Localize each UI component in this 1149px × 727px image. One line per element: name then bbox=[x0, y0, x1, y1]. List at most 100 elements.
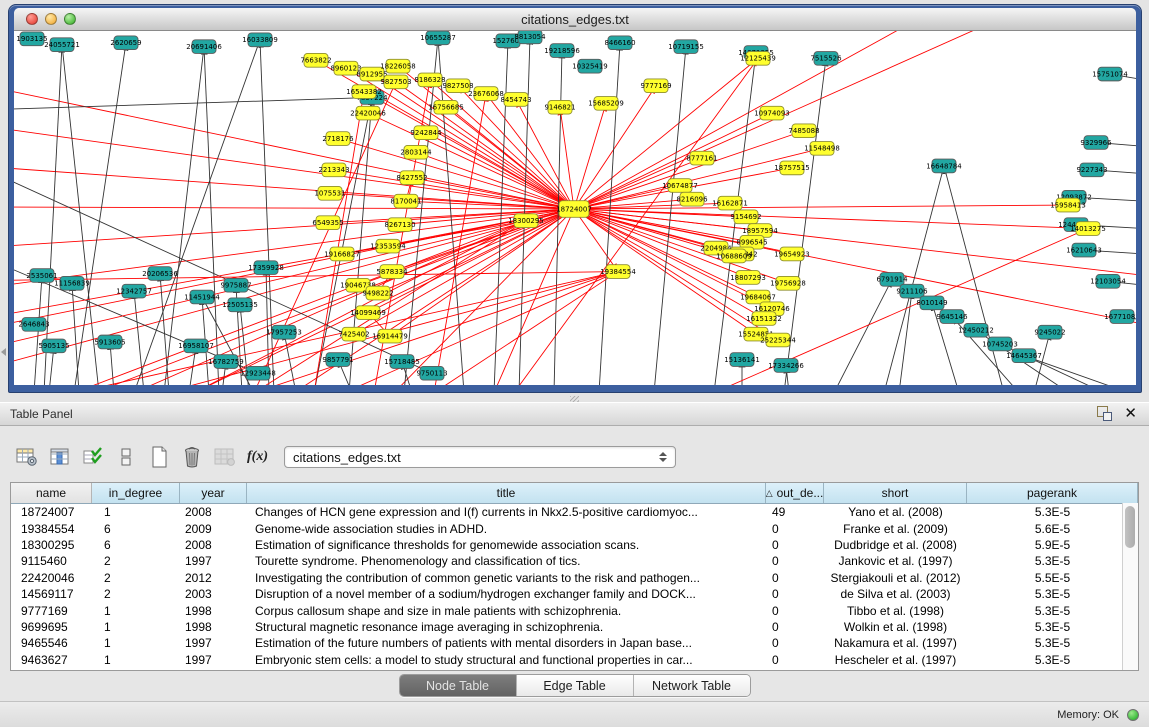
graph-node[interactable]: 9245022 bbox=[1034, 325, 1065, 339]
graph-node[interactable]: 10719155 bbox=[668, 40, 704, 54]
column-header-short[interactable]: short bbox=[824, 483, 967, 503]
graph-node[interactable]: 8267130 bbox=[384, 218, 415, 232]
vertical-scrollbar[interactable] bbox=[1122, 503, 1138, 670]
graph-node[interactable]: 2213343 bbox=[318, 163, 349, 177]
close-panel-icon[interactable]: ✕ bbox=[1124, 406, 1137, 421]
graph-node[interactable]: 12103054 bbox=[1090, 274, 1126, 288]
column-header-out_de[interactable]: △out_de... bbox=[766, 483, 824, 503]
hub-node[interactable]: 18724007 bbox=[556, 201, 592, 218]
graph-node[interactable]: 16033809 bbox=[242, 33, 278, 47]
graph-node[interactable]: 8216096 bbox=[676, 192, 707, 206]
graph-node[interactable]: 7515526 bbox=[810, 52, 841, 66]
graph-node[interactable]: 8813054 bbox=[514, 31, 545, 44]
table-row[interactable]: 946554611997Estimation of the future num… bbox=[11, 635, 1138, 651]
zoom-window-button[interactable] bbox=[64, 13, 76, 25]
graph-node[interactable]: 8454743 bbox=[500, 93, 531, 107]
graph-node[interactable]: 9329966 bbox=[1080, 136, 1111, 150]
scrollbar-thumb[interactable] bbox=[1125, 506, 1135, 548]
column-header-year[interactable]: year bbox=[180, 483, 247, 503]
graph-node[interactable]: 15718485 bbox=[384, 355, 420, 369]
graph-node[interactable]: 15136141 bbox=[724, 353, 760, 367]
table-row[interactable]: 911546021997Tourette syndrome. Phenomeno… bbox=[11, 553, 1138, 569]
import-checks-button[interactable] bbox=[78, 444, 108, 470]
graph-node[interactable]: 12353594 bbox=[370, 239, 406, 253]
graph-node[interactable]: 16756685 bbox=[428, 100, 464, 114]
panel-collapse-arrow[interactable] bbox=[1, 348, 6, 356]
graph-node[interactable]: 1903135 bbox=[16, 32, 47, 46]
graph-node[interactable]: 9498222 bbox=[362, 286, 393, 300]
graph-node[interactable]: 7485088 bbox=[788, 124, 819, 138]
graph-node[interactable]: 10674877 bbox=[662, 179, 698, 193]
table-row[interactable]: 2242004622012Investigating the contribut… bbox=[11, 570, 1138, 586]
graph-node[interactable]: 19654923 bbox=[774, 247, 810, 261]
graph-node[interactable]: 2535061 bbox=[26, 269, 57, 283]
graph-node[interactable]: 24055721 bbox=[44, 38, 80, 52]
graph-node[interactable]: 16210643 bbox=[1066, 243, 1102, 257]
graph-node[interactable]: 9975887 bbox=[220, 278, 251, 292]
column-header-title[interactable]: title bbox=[247, 483, 766, 503]
table-row[interactable]: 1872400712008Changes of HCN gene express… bbox=[11, 504, 1138, 520]
column-header-name[interactable]: name bbox=[11, 483, 92, 503]
graph-node[interactable]: 2803144 bbox=[400, 145, 431, 159]
graph-node[interactable]: 10974093 bbox=[754, 106, 790, 120]
table-row[interactable]: 1456911722003Disruption of a novel membe… bbox=[11, 586, 1138, 602]
graph-node[interactable]: 5878334 bbox=[376, 265, 407, 279]
graph-node[interactable]: 9154692 bbox=[730, 210, 761, 224]
graph-node[interactable]: 8427552 bbox=[396, 171, 427, 185]
graph-node[interactable]: 7425402 bbox=[338, 327, 369, 341]
table-settings-button[interactable] bbox=[12, 444, 42, 470]
network-canvas[interactable]: 190313524055721 2620659 20691406 16033809 10… bbox=[14, 31, 1136, 385]
delete-trash-button[interactable] bbox=[177, 444, 207, 470]
graph-node[interactable]: 17334266 bbox=[768, 359, 804, 373]
graph-node[interactable]: 8777161 bbox=[686, 151, 717, 165]
tab-node-table[interactable]: Node Table bbox=[400, 675, 517, 696]
graph-node[interactable]: 6549355 bbox=[312, 216, 343, 230]
graph-node[interactable]: 15685209 bbox=[588, 97, 624, 111]
graph-node[interactable]: 8186328 bbox=[414, 73, 445, 87]
graph-node[interactable]: 1075531 bbox=[314, 186, 345, 200]
graph-node[interactable]: 9857791 bbox=[322, 353, 353, 367]
graph-node[interactable]: 9645146 bbox=[936, 310, 967, 324]
graph-node[interactable]: 8170041 bbox=[390, 194, 421, 208]
close-window-button[interactable] bbox=[26, 13, 38, 25]
graph-node[interactable]: 5913605 bbox=[94, 335, 125, 349]
graph-node[interactable]: 16914479 bbox=[372, 329, 408, 343]
graph-node[interactable]: 9227343 bbox=[1076, 163, 1107, 177]
table-row[interactable]: 969969511998Structural magnetic resonanc… bbox=[11, 619, 1138, 635]
graph-node[interactable]: 12505135 bbox=[222, 298, 258, 312]
table-row[interactable]: 1830029562008Estimation of significance … bbox=[11, 537, 1138, 553]
network-window-titlebar[interactable]: citations_edges.txt bbox=[14, 8, 1136, 31]
graph-node[interactable]: 9146821 bbox=[544, 100, 575, 114]
graph-node[interactable]: 2646843 bbox=[18, 318, 49, 332]
graph-node[interactable]: 7663822 bbox=[300, 53, 331, 67]
graph-node[interactable]: 16782759 bbox=[208, 355, 244, 369]
graph-node[interactable]: 9242844 bbox=[410, 126, 441, 140]
rows-button[interactable] bbox=[111, 444, 141, 470]
graph-node[interactable]: 2620659 bbox=[110, 36, 141, 50]
table-column-button[interactable] bbox=[45, 444, 75, 470]
graph-node[interactable]: 16771087 bbox=[1104, 310, 1136, 324]
graph-node[interactable]: 20691406 bbox=[186, 40, 222, 54]
tab-network-table[interactable]: Network Table bbox=[634, 675, 750, 696]
graph-node[interactable]: 19756928 bbox=[770, 276, 806, 290]
graph-node[interactable]: 15751074 bbox=[1092, 67, 1128, 81]
table-row[interactable]: 977716911998Corpus callosum shape and si… bbox=[11, 602, 1138, 618]
tab-edge-table[interactable]: Edge Table bbox=[517, 675, 634, 696]
table-source-combobox[interactable]: citations_edges.txt bbox=[284, 446, 676, 468]
graph-node[interactable]: 10745203 bbox=[982, 337, 1018, 351]
function-builder-button[interactable]: f(x) bbox=[247, 449, 268, 465]
graph-node[interactable]: 2718176 bbox=[322, 132, 353, 146]
graph-node[interactable]: 16648784 bbox=[926, 159, 962, 173]
graph-node[interactable]: 19218596 bbox=[544, 44, 580, 58]
graph-node[interactable]: 22420046 bbox=[350, 106, 386, 120]
float-panel-icon[interactable] bbox=[1097, 406, 1112, 421]
graph-node[interactable]: 17359928 bbox=[248, 261, 284, 275]
graph-node[interactable]: 11156839 bbox=[54, 276, 90, 290]
column-header-pagerank[interactable]: pagerank bbox=[967, 483, 1138, 503]
graph-node[interactable]: 5905135 bbox=[38, 339, 69, 353]
minimize-window-button[interactable] bbox=[45, 13, 57, 25]
graph-node[interactable]: 9777169 bbox=[640, 79, 671, 93]
graph-node[interactable]: 8466160 bbox=[604, 36, 635, 50]
table-row[interactable]: 1938455462009Genome-wide association stu… bbox=[11, 520, 1138, 536]
graph-node[interactable]: 9750113 bbox=[416, 366, 447, 380]
